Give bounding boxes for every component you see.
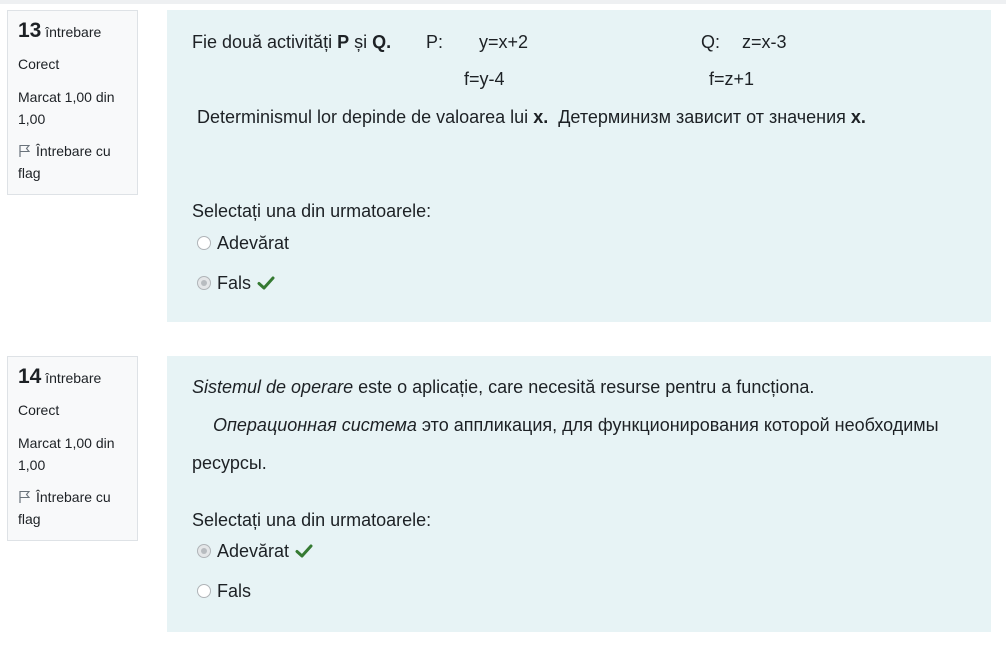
answer-option-false[interactable]: Fals: [197, 271, 275, 295]
question-content: Fie două activități P și Q. P: y=x+2 Q: …: [167, 10, 991, 322]
answer-prompt: Selectați una din urmatoarele:: [192, 510, 432, 530]
determinism-ru-var: x.: [850, 107, 866, 127]
question-info: 14 întrebare Corect Marcat 1,00 din 1,00…: [7, 356, 138, 541]
determinism-ro: Determinismul lor depinde de valoarea lu…: [197, 107, 534, 127]
text-q: Q.: [372, 32, 392, 52]
q-label: Q:: [701, 32, 721, 52]
p-equation-2: f=y-4: [464, 69, 505, 89]
question-number-value: 13: [18, 19, 42, 42]
question-number-word: întrebare: [45, 24, 102, 40]
question-grade: Marcat 1,00 din 1,00: [18, 89, 115, 127]
option-label: Fals: [217, 273, 252, 293]
radio-false-selected[interactable]: [197, 276, 211, 290]
top-divider: [0, 0, 1006, 4]
question-state: Corect: [18, 56, 60, 72]
answer-option-true[interactable]: Adevărat: [197, 231, 289, 255]
flag-question-link[interactable]: Întrebare cu flag: [18, 486, 127, 530]
radio-true[interactable]: [197, 236, 211, 250]
question-number-word: întrebare: [45, 370, 102, 386]
statement-ru-rest: это аппликация, для функционирования кот…: [416, 415, 939, 435]
determinism-ru: Детерминизм зависит от значения: [558, 107, 851, 127]
checkmark-icon: [295, 544, 313, 558]
option-label: Adevărat: [217, 233, 290, 253]
question-content: Sistemul de operare este o aplicație, ca…: [167, 356, 991, 632]
answer-option-true[interactable]: Adevărat: [197, 539, 313, 563]
question-number: 13 întrebare: [18, 19, 127, 42]
text-lead: Fie două activități: [192, 32, 338, 52]
flag-outline-icon: [19, 490, 31, 503]
p-label: P:: [426, 32, 444, 52]
statement-ru-line2: ресурсы.: [192, 453, 267, 473]
question-14: 14 întrebare Corect Marcat 1,00 din 1,00…: [0, 356, 1006, 632]
answer-option-false[interactable]: Fals: [197, 579, 251, 603]
answer-prompt: Selectați una din urmatoarele:: [192, 201, 432, 221]
question-13: 13 întrebare Corect Marcat 1,00 din 1,00…: [0, 10, 1006, 322]
statement-ro: Sistemul de operare este o aplicație, ca…: [192, 375, 814, 399]
radio-false[interactable]: [197, 584, 211, 598]
p-equation-1: y=x+2: [479, 32, 529, 52]
question-text-line1: Fie două activități P și Q.: [192, 30, 391, 54]
text-and: și: [349, 32, 373, 52]
statement-ro-italic: Sistemul de operare: [192, 377, 354, 397]
determinism-ro-var: x.: [533, 107, 549, 127]
question-info: 13 întrebare Corect Marcat 1,00 din 1,00…: [7, 10, 138, 195]
question-grade: Marcat 1,00 din 1,00: [18, 435, 115, 473]
determinism-statement: Determinismul lor depinde de valoarea lu…: [197, 105, 866, 129]
statement-ru-italic: Операционная система: [213, 415, 417, 435]
radio-true-selected[interactable]: [197, 544, 211, 558]
option-label: Adevărat: [217, 541, 290, 561]
option-label: Fals: [217, 581, 252, 601]
q-equation-2: f=z+1: [709, 69, 755, 89]
q-equation-1: z=x-3: [742, 32, 787, 52]
question-number-value: 14: [18, 365, 42, 388]
text-p: P: [337, 32, 350, 52]
statement-ru: Операционная система это аппликация, для…: [213, 413, 939, 437]
statement-ro-rest: este o aplicație, care necesită resurse …: [353, 377, 815, 397]
flag-outline-icon: [19, 144, 31, 157]
flag-question-link[interactable]: Întrebare cu flag: [18, 140, 127, 184]
question-number: 14 întrebare: [18, 365, 127, 388]
question-state: Corect: [18, 402, 60, 418]
checkmark-icon: [257, 276, 275, 290]
